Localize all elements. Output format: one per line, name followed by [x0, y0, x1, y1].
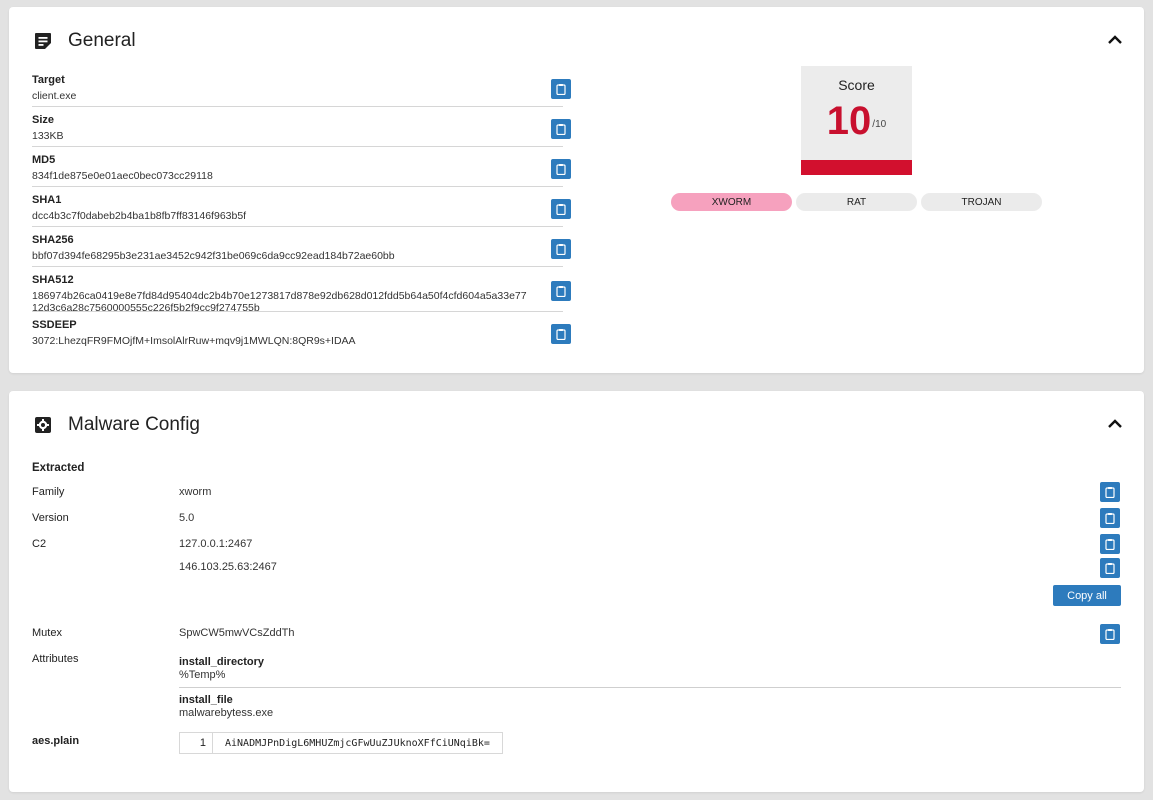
- score-label: Score: [838, 77, 875, 93]
- config-title: Malware Config: [68, 414, 200, 435]
- info-row-sha256: SHA256 bbf07d394fe68295b3e231ae3452c942f3…: [32, 227, 571, 267]
- file-info-list: Target client.exe Size 133KB MD5 834f1de875e0…: [32, 67, 571, 352]
- tag-list: XWORM RAT TROJAN: [671, 193, 1042, 211]
- extracted-heading: Extracted: [32, 462, 85, 474]
- attribute-divider: [179, 687, 1121, 688]
- clipboard-icon: [1105, 513, 1115, 524]
- info-value: bbf07d394fe68295b3e231ae3452c942f31be069…: [32, 250, 395, 262]
- copy-all-button[interactable]: Copy all: [1053, 585, 1121, 606]
- clipboard-icon: [556, 243, 566, 255]
- version-label: Version: [32, 512, 69, 524]
- info-label: SHA256: [32, 234, 74, 246]
- copy-sha512-button[interactable]: [551, 281, 571, 301]
- copy-sha1-button[interactable]: [551, 198, 571, 219]
- info-value: dcc4b3c7f0dabeb2b4ba1b8fb7ff83146f963b5f: [32, 210, 247, 222]
- malware-config-card: Malware Config Extracted Family xworm Ve…: [9, 391, 1144, 792]
- info-value: 834f1de875e0e01aec0bec073cc29118: [32, 170, 213, 182]
- score-bar: [801, 160, 912, 175]
- score-panel: Score 10/10: [801, 66, 912, 175]
- clipboard-icon: [556, 286, 566, 297]
- info-row-size: Size 133KB: [32, 107, 571, 147]
- info-value: 186974b26ca0419e8e7fd84d95404dc2b4b70e12…: [32, 290, 527, 314]
- chevron-up-icon[interactable]: [1106, 415, 1124, 433]
- attribute-value: %Temp%: [179, 669, 226, 681]
- clipboard-icon: [556, 123, 566, 135]
- clipboard-icon: [556, 203, 566, 215]
- code-line-text: AiNADMJPnDigL6MHUZmjcGFwUuZJUknoXFfCiUNq…: [225, 737, 490, 749]
- info-label: Size: [32, 114, 55, 126]
- tag-trojan[interactable]: TROJAN: [921, 193, 1042, 211]
- clipboard-icon: [556, 163, 566, 175]
- config-header: Malware Config: [33, 413, 200, 437]
- info-row-target: Target client.exe: [32, 67, 571, 107]
- clipboard-icon: [1105, 487, 1115, 498]
- info-label: MD5: [32, 154, 56, 166]
- note-icon: [35, 33, 51, 49]
- info-value: client.exe: [32, 90, 77, 102]
- copy-c2-1-button[interactable]: [1100, 534, 1120, 554]
- tag-rat[interactable]: RAT: [796, 193, 917, 211]
- attribute-name: install_directory: [179, 656, 264, 668]
- gear-icon: [35, 417, 51, 433]
- info-row-sha512: SHA512 186974b26ca0419e8e7fd84d95404dc2b4…: [32, 267, 571, 314]
- clipboard-icon: [1105, 629, 1115, 640]
- clipboard-icon: [556, 329, 566, 340]
- score-number: 10: [826, 99, 872, 143]
- attribute-name: install_file: [179, 694, 233, 706]
- c2-value-1: 127.0.0.1:2467: [179, 538, 253, 550]
- info-row-md5: MD5 834f1de875e0e01aec0bec073cc29118: [32, 147, 571, 187]
- general-card: General Target client.exe Size 133KB MD5 834f…: [9, 7, 1144, 373]
- aes-plain-code-block[interactable]: 1 AiNADMJPnDigL6MHUZmjcGFwUuZJUknoXFfCiU…: [179, 732, 503, 754]
- code-line-number: 1: [180, 733, 213, 753]
- info-row-ssdeep: SSDEEP 3072:LhezqFR9FMOjfM+ImsolAlrRuw+mq…: [32, 312, 571, 352]
- c2-label: C2: [32, 538, 47, 550]
- general-title: General: [68, 30, 136, 51]
- copy-family-button[interactable]: [1100, 482, 1120, 502]
- copy-sha256-button[interactable]: [551, 238, 571, 259]
- chevron-up-icon[interactable]: [1106, 31, 1124, 49]
- attribute-value: malwarebytess.exe: [179, 707, 274, 719]
- version-value: 5.0: [179, 512, 195, 524]
- mutex-value: SpwCW5mwVCsZddTh: [179, 627, 295, 639]
- copy-size-button[interactable]: [551, 118, 571, 139]
- score-value: 10/10: [801, 99, 912, 143]
- score-max: /10: [872, 119, 887, 130]
- info-label: SHA1: [32, 194, 62, 206]
- info-label: Target: [32, 74, 65, 86]
- tag-xworm[interactable]: XWORM: [671, 193, 792, 211]
- info-label: SHA512: [32, 274, 74, 286]
- info-row-sha1: SHA1 dcc4b3c7f0dabeb2b4ba1b8fb7ff83146f96…: [32, 187, 571, 227]
- copy-version-button[interactable]: [1100, 508, 1120, 528]
- copy-target-button[interactable]: [551, 78, 571, 99]
- family-label: Family: [32, 486, 65, 498]
- info-value: 133KB: [32, 130, 64, 142]
- c2-value-2: 146.103.25.63:2467: [179, 561, 277, 573]
- attributes-label: Attributes: [32, 653, 79, 665]
- attribute-install-directory: install_directory %Temp%: [179, 656, 1121, 682]
- copy-ssdeep-button[interactable]: [551, 324, 571, 344]
- copy-mutex-button[interactable]: [1100, 624, 1120, 644]
- clipboard-icon: [1105, 539, 1115, 550]
- mutex-label: Mutex: [32, 627, 62, 639]
- attribute-install-file: install_file malwarebytess.exe: [179, 694, 1121, 720]
- clipboard-icon: [1105, 563, 1115, 574]
- general-header: General: [33, 29, 136, 53]
- aes-plain-label: aes.plain: [32, 735, 80, 747]
- info-value: 3072:LhezqFR9FMOjfM+ImsolAlrRuw+mqv9j1MW…: [32, 335, 356, 347]
- copy-c2-2-button[interactable]: [1100, 558, 1120, 578]
- clipboard-icon: [556, 83, 566, 95]
- info-label: SSDEEP: [32, 319, 77, 331]
- family-value: xworm: [179, 486, 212, 498]
- copy-md5-button[interactable]: [551, 158, 571, 179]
